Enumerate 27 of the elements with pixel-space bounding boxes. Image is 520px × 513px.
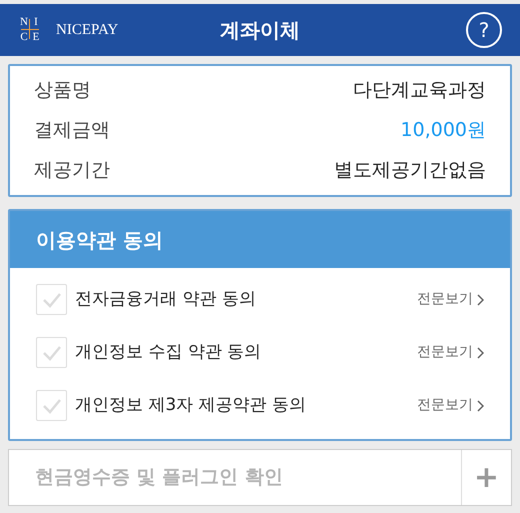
terms-label: 개인정보 수집 약관 동의 [75, 340, 262, 364]
summary-value: 별도제공기간없음 [334, 158, 486, 184]
checkmark-icon [42, 344, 62, 360]
chevron-icon [477, 294, 484, 306]
summary-value: 다단계교육과정 [353, 78, 486, 104]
summary-label: 상품명 [34, 78, 91, 104]
checkbox[interactable] [36, 390, 67, 421]
checkmark-icon [42, 398, 62, 414]
chevron-icon [477, 400, 484, 412]
terms-title: 이용약관 동의 [36, 226, 163, 254]
brand-name: NICEPAY [56, 20, 118, 40]
view-full-link[interactable]: 전문보기 [417, 395, 484, 416]
summary-value: 10,000원 [400, 118, 486, 144]
checkbox[interactable] [36, 284, 67, 315]
checkmark-icon [42, 292, 62, 308]
summary-label: 결제금액 [34, 118, 110, 144]
window-title: 계좌이체 [220, 17, 300, 44]
logo-mark: N I C E [19, 15, 40, 45]
summary-label: 제공기간 [34, 158, 110, 184]
view-full-link[interactable]: 전문보기 [417, 289, 484, 310]
terms-label: 개인정보 제3자 제공약관 동의 [75, 394, 306, 417]
checkbox[interactable] [36, 337, 67, 368]
help-button[interactable]: ? [466, 12, 502, 48]
terms-label: 전자금융거래 약관 동의 [75, 288, 256, 311]
receipt-label: 현금영수증 및 플러그인 확인 [34, 465, 284, 490]
view-full-link[interactable]: 전문보기 [417, 342, 484, 363]
chevron-icon [477, 346, 484, 358]
